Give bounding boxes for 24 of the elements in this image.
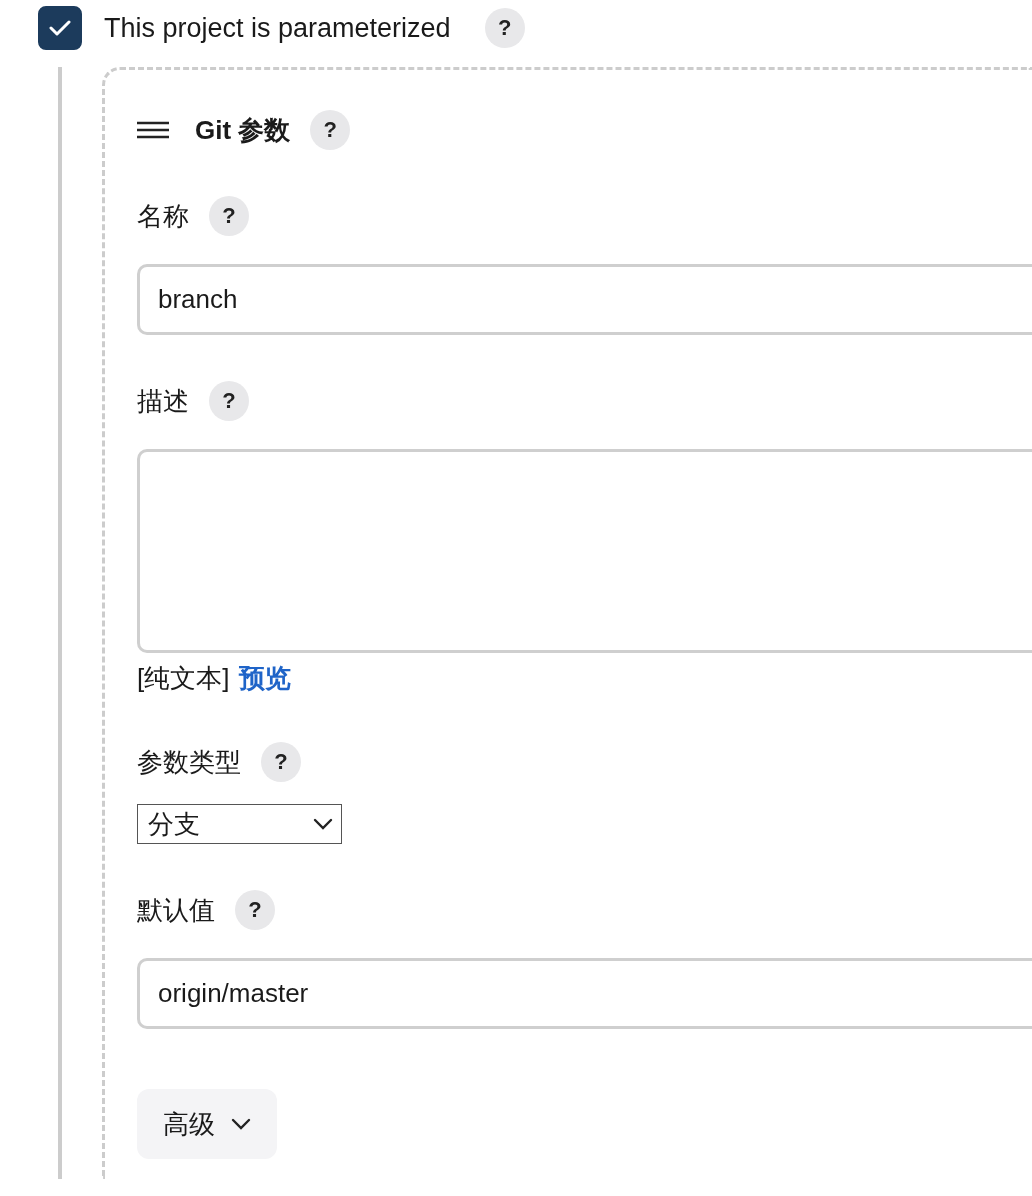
- help-button[interactable]: ?: [261, 742, 301, 782]
- chevron-down-icon: [313, 818, 333, 830]
- help-button[interactable]: ?: [484, 8, 525, 48]
- textarea-field[interactable]: [137, 449, 1032, 653]
- checkbox-label: This project is parameterized: [104, 12, 451, 44]
- input-field[interactable]: origin/master: [137, 958, 1032, 1029]
- help-button[interactable]: ?: [209, 381, 249, 421]
- chevron-down-icon: [231, 1118, 251, 1130]
- checkbox[interactable]: [38, 6, 82, 50]
- field-label: 描述: [137, 384, 189, 418]
- help-button[interactable]: ?: [310, 110, 351, 150]
- preview-link[interactable]: 预览: [239, 661, 292, 696]
- field-label: 名称: [137, 199, 189, 233]
- help-button[interactable]: ?: [235, 890, 275, 930]
- checkmark-icon: [49, 19, 71, 37]
- field-label: 参数类型: [137, 745, 241, 779]
- format-note: [纯文本]: [137, 662, 230, 695]
- advanced-button[interactable]: 高级: [137, 1089, 277, 1159]
- input-field[interactable]: branch: [137, 264, 1032, 335]
- parameter-title: Git 参数: [195, 113, 291, 147]
- select-field[interactable]: 分支: [137, 804, 342, 844]
- drag-handle-icon[interactable]: [137, 121, 169, 139]
- field-label: 默认值: [137, 893, 215, 927]
- help-button[interactable]: ?: [209, 196, 249, 236]
